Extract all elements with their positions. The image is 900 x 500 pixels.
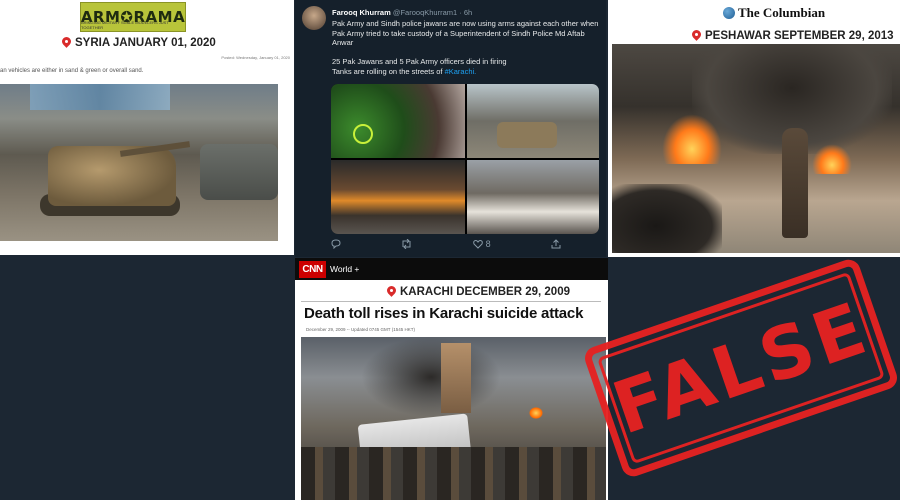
armorama-desc: an vehicles are either in sand & green o…: [0, 68, 144, 74]
cnn-logo[interactable]: CNN: [299, 261, 326, 278]
tweet-image-crowd[interactable]: [331, 84, 465, 158]
armorama-panel: ARM✪RAMA BRINGING MILITARY SCALE MODELER…: [0, 0, 294, 255]
tweet-text: Pak Army and Sindh police jawans are now…: [332, 19, 599, 76]
tweet-image-street[interactable]: [467, 160, 599, 234]
location-pin-icon: [692, 30, 701, 42]
false-stamp: FALSE: [581, 256, 900, 480]
armorama-posted: Posted: Wednesday, January 01, 2020: [221, 55, 290, 60]
tweet-media-grid[interactable]: [331, 84, 599, 234]
cnn-dateline: December 29, 2009 -- Updated 0745 GMT (1…: [306, 327, 415, 332]
section-world-link[interactable]: World +: [330, 264, 359, 274]
like-button[interactable]: 8: [472, 239, 491, 249]
tweet-image-fire[interactable]: [331, 160, 465, 234]
cnn-panel: CNN World + KARACHI DECEMBER 29, 2009 De…: [295, 258, 608, 500]
tweet-author[interactable]: Farooq Khurram @FarooqKhurram1 · 6h: [332, 8, 472, 17]
tweet-image-tank[interactable]: [467, 84, 599, 158]
tweet-panel: Farooq Khurram @FarooqKhurram1 · 6h Pak …: [295, 0, 606, 257]
heart-icon: [472, 239, 483, 249]
armorama-logo: ARM✪RAMA BRINGING MILITARY SCALE MODELER…: [80, 2, 186, 32]
globe-icon: [723, 7, 735, 19]
columbian-panel: The Columbian PESHAWAR SEPTEMBER 29, 201…: [608, 0, 900, 257]
cnn-caption: KARACHI DECEMBER 29, 2009: [387, 286, 570, 298]
armorama-caption: SYRIA JANUARY 01, 2020: [62, 37, 216, 49]
retweet-icon[interactable]: [401, 239, 412, 249]
like-count: 8: [485, 239, 491, 249]
peshawar-blast-photo: [612, 44, 900, 253]
reply-icon[interactable]: [331, 239, 341, 249]
columbian-logo: The Columbian: [723, 5, 825, 21]
location-pin-icon: [62, 37, 71, 49]
avatar[interactable]: [302, 6, 326, 30]
cnn-headline: Death toll rises in Karachi suicide atta…: [304, 305, 584, 322]
armorama-tank-photo: [0, 84, 278, 241]
tweet-actions: 8: [331, 239, 561, 249]
share-icon[interactable]: [551, 239, 561, 249]
cnn-header: CNN World +: [295, 258, 608, 280]
location-pin-icon: [387, 286, 396, 298]
karachi-attack-photo: [301, 337, 606, 500]
hashtag-link[interactable]: #Karachi.: [445, 67, 477, 76]
columbian-caption: PESHAWAR SEPTEMBER 29, 2013: [692, 30, 894, 42]
